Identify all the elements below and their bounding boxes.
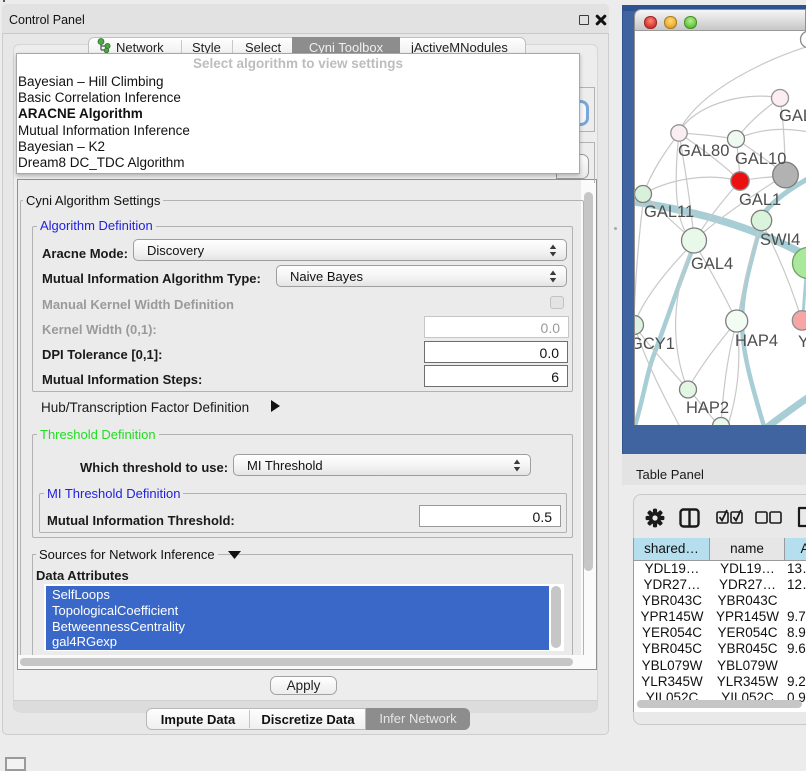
svg-text:GAL80: GAL80 <box>678 142 729 160</box>
svg-text:SWI4: SWI4 <box>760 231 800 249</box>
svg-text:GAL4: GAL4 <box>691 255 733 273</box>
svg-text:GAL: GAL <box>779 107 806 125</box>
svg-text:Y: Y <box>798 333 806 351</box>
svg-text:GAL1: GAL1 <box>739 191 781 209</box>
svg-text:HAP4: HAP4 <box>735 332 778 350</box>
svg-text:GAL10: GAL10 <box>735 150 786 168</box>
svg-text:GCY1: GCY1 <box>634 335 675 353</box>
svg-text:HAP2: HAP2 <box>686 399 729 417</box>
svg-text:GAL11: GAL11 <box>644 203 694 221</box>
